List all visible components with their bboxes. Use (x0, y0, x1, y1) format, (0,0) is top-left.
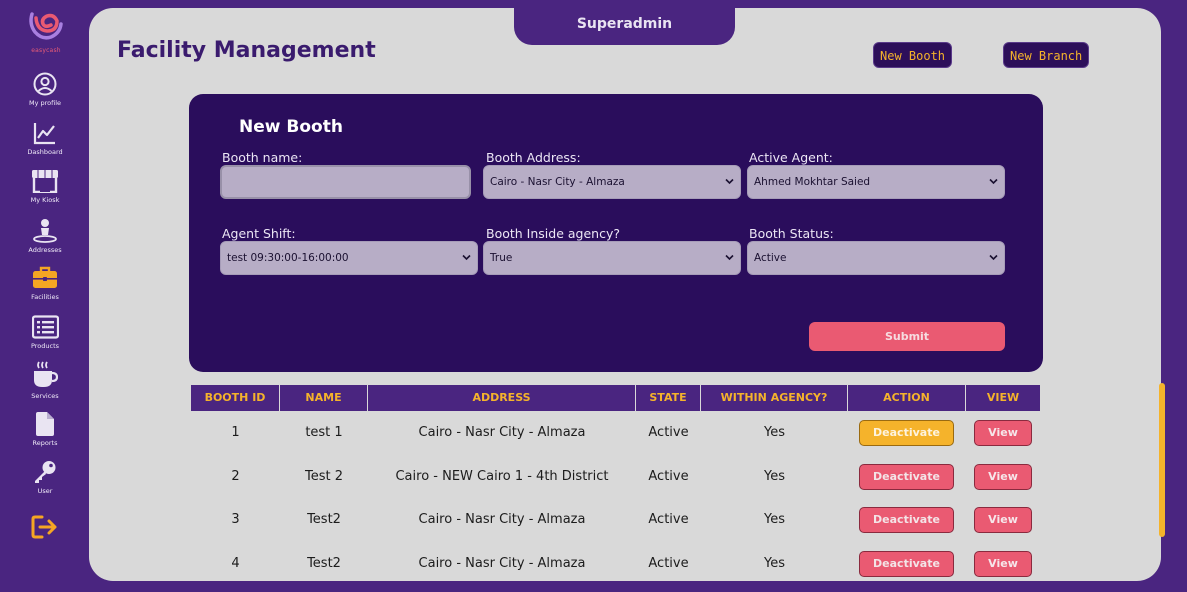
sidebar-item-label: Dashboard (27, 148, 63, 156)
cell-booth-id: 1 (231, 425, 240, 440)
sidebar-item-label: User (37, 487, 53, 495)
cell-booth-id: 2 (231, 469, 240, 484)
sidebar-item-services[interactable]: Services (0, 361, 90, 400)
column-header: BOOTH ID (191, 385, 280, 411)
cell-booth-id: 4 (231, 556, 240, 571)
booth-address-label: Booth Address: (486, 150, 581, 165)
sidebar-item-label: My Kiosk (30, 196, 60, 204)
sidebar-item-reports[interactable]: Reports (0, 412, 90, 447)
view-button[interactable]: View (974, 464, 1032, 490)
cell-name: Test2 (307, 512, 341, 527)
new-booth-button[interactable]: New Booth (873, 42, 953, 68)
booth-name-input[interactable] (220, 165, 471, 199)
brand-logo: easycash (26, 10, 66, 54)
sidebar-item-label: Services (31, 392, 59, 400)
column-header: VIEW (966, 385, 1040, 411)
cell-name: Test2 (307, 556, 341, 571)
chevron-down-icon (725, 254, 734, 261)
view-button[interactable]: View (974, 551, 1032, 577)
submit-button[interactable]: Submit (809, 322, 1005, 351)
column-header: ACTION (848, 385, 966, 411)
file-icon (36, 412, 54, 436)
store-icon (32, 170, 58, 193)
inside-agency-label: Booth Inside agency? (486, 226, 620, 241)
cell-state: Active (648, 556, 689, 571)
cell-address: Cairo - Nasr City - Almaza (418, 512, 586, 527)
cell-name: Test 2 (304, 469, 343, 484)
deactivate-button[interactable]: Deactivate (859, 464, 954, 490)
briefcase-icon (33, 266, 57, 288)
page-title: Facility Management (117, 38, 376, 63)
sidebar-item-label: Reports (32, 439, 58, 447)
cell-state: Active (648, 512, 689, 527)
agent-shift-select[interactable]: test 09:30:00-16:00:00 (220, 241, 478, 275)
chevron-down-icon (989, 254, 998, 261)
scrollbar-thumb[interactable] (1159, 383, 1165, 537)
cell-within-agency: Yes (764, 425, 785, 440)
sidebar-item-label: Facilities (31, 293, 59, 301)
new-booth-form: New Booth Booth name: Booth Address: Cai… (189, 94, 1043, 372)
deactivate-button[interactable]: Deactivate (859, 420, 954, 446)
sidebar-item-addresses[interactable]: Addresses (0, 218, 90, 254)
agent-shift-value: test 09:30:00-16:00:00 (227, 252, 349, 264)
main-panel: Superadmin Facility Management New Booth… (89, 8, 1161, 581)
column-header: ADDRESS (368, 385, 636, 411)
cell-within-agency: Yes (764, 512, 785, 527)
booth-status-label: Booth Status: (749, 226, 834, 241)
coffee-cup-icon (34, 361, 58, 387)
cell-within-agency: Yes (764, 556, 785, 571)
sidebar-item-my-kiosk[interactable]: My Kiosk (0, 169, 90, 204)
active-agent-label: Active Agent: (749, 150, 833, 165)
sidebar-item-label: My profile (28, 99, 62, 107)
chevron-down-icon (725, 178, 734, 185)
active-agent-value: Ahmed Mokhtar Saied (754, 176, 871, 188)
chart-line-icon (33, 123, 55, 145)
booth-address-value: Cairo - Nasr City - Almaza (490, 176, 625, 188)
cell-address: Cairo - Nasr City - Almaza (418, 425, 586, 440)
sidebar: easycash My profile Dashboard My Kiosk A… (0, 0, 90, 592)
sidebar-item-label: Products (30, 342, 60, 350)
cell-name: test 1 (305, 425, 343, 440)
list-icon (31, 315, 59, 339)
cell-address: Cairo - NEW Cairo 1 - 4th District (395, 469, 609, 484)
key-icon (35, 461, 56, 483)
cell-state: Active (648, 469, 689, 484)
column-header: STATE (636, 385, 701, 411)
map-pin-person-icon (33, 219, 57, 243)
form-title: New Booth (239, 117, 343, 137)
cell-booth-id: 3 (231, 512, 240, 527)
sidebar-item-user[interactable]: User (0, 460, 90, 495)
logout-icon (31, 515, 57, 539)
view-button[interactable]: View (974, 507, 1032, 533)
sidebar-item-facilities[interactable]: Facilities (0, 266, 90, 301)
easycash-logo-icon (29, 12, 63, 40)
booth-status-select[interactable]: Active (747, 241, 1005, 275)
booth-name-label: Booth name: (222, 150, 303, 165)
inside-agency-value: True (490, 252, 513, 264)
brand-name: easycash (31, 47, 61, 54)
agent-shift-label: Agent Shift: (222, 226, 296, 241)
booth-status-value: Active (754, 252, 787, 264)
chevron-down-icon (989, 178, 998, 185)
user-circle-icon (33, 72, 57, 96)
chevron-down-icon (462, 254, 471, 261)
sidebar-item-my-profile[interactable]: My profile (0, 72, 90, 107)
deactivate-button[interactable]: Deactivate (859, 551, 954, 577)
view-button[interactable]: View (974, 420, 1032, 446)
deactivate-button[interactable]: Deactivate (859, 507, 954, 533)
active-agent-select[interactable]: Ahmed Mokhtar Saied (747, 165, 1005, 199)
sidebar-item-products[interactable]: Products (0, 315, 90, 350)
column-header: WITHIN AGENCY? (701, 385, 848, 411)
sidebar-item-dashboard[interactable]: Dashboard (0, 121, 90, 156)
cell-state: Active (648, 425, 689, 440)
cell-within-agency: Yes (764, 469, 785, 484)
inside-agency-select[interactable]: True (483, 241, 741, 275)
role-tab: Superadmin (514, 8, 735, 45)
booth-address-select[interactable]: Cairo - Nasr City - Almaza (483, 165, 741, 199)
column-header: NAME (280, 385, 368, 411)
logout-button[interactable] (0, 515, 90, 539)
new-branch-button[interactable]: New Branch (1003, 42, 1090, 68)
cell-address: Cairo - Nasr City - Almaza (418, 556, 586, 571)
sidebar-item-label: Addresses (28, 246, 62, 254)
